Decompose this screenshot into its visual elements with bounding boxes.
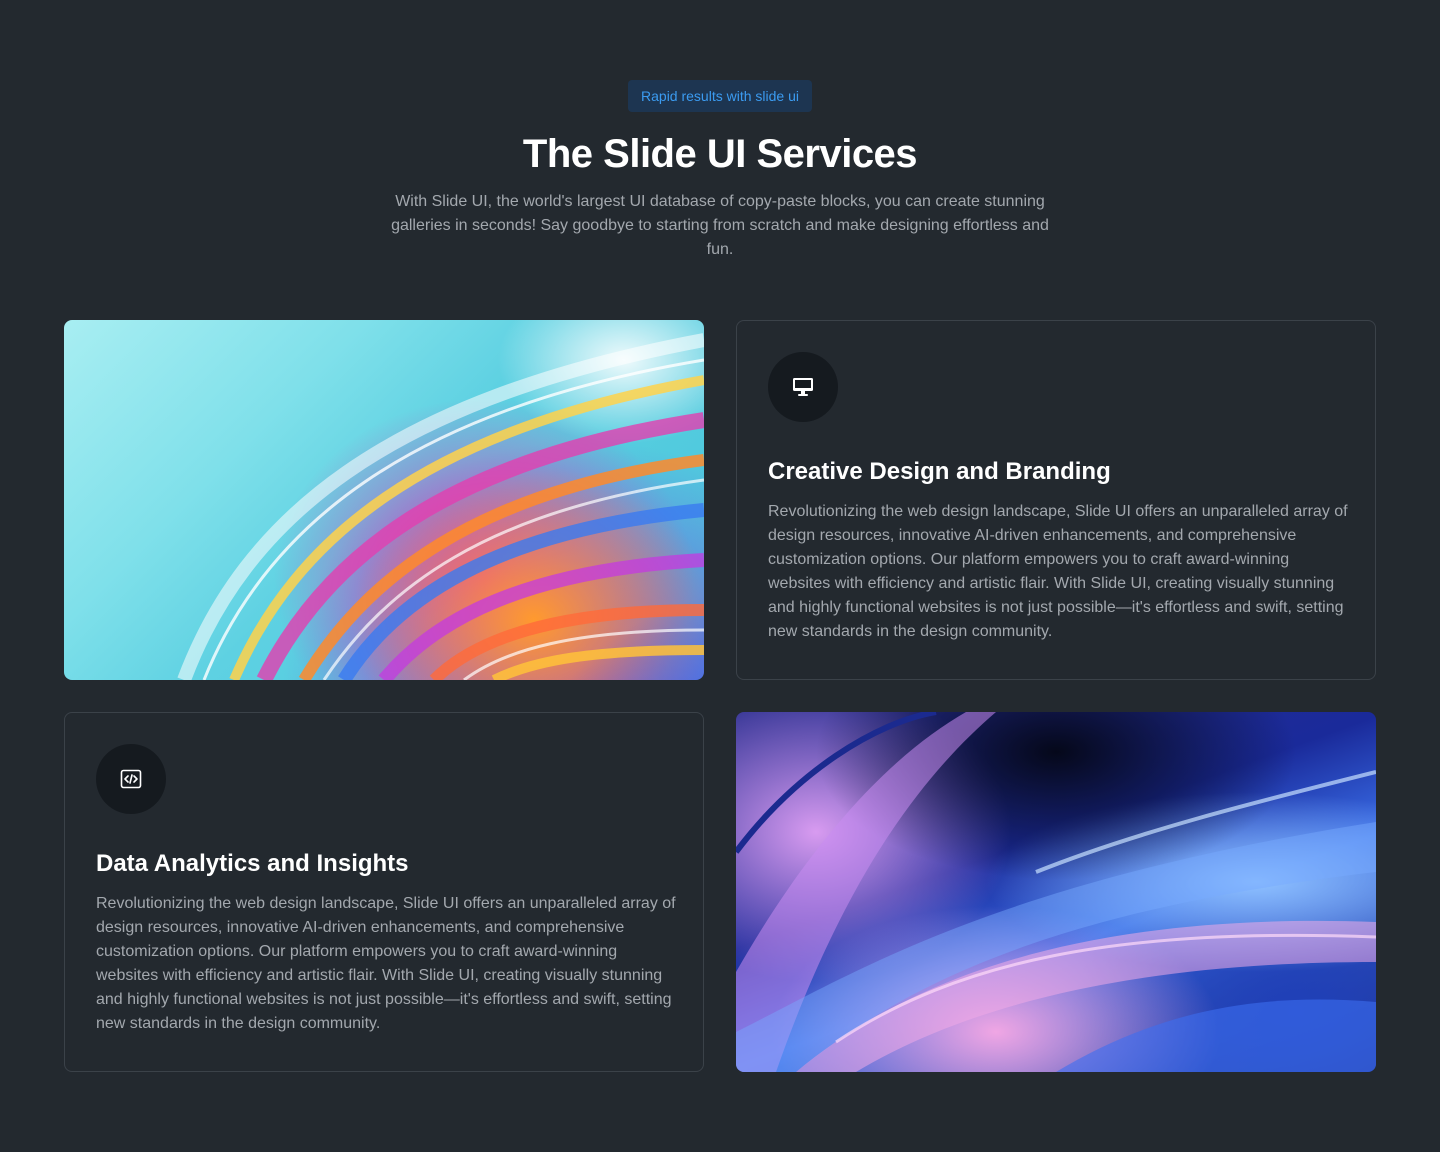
code-icon	[96, 744, 166, 814]
service-title: Data Analytics and Insights	[96, 850, 409, 877]
abstract-glass-art	[177, 333, 704, 680]
page-subtitle: With Slide UI, the world's largest UI da…	[391, 193, 1049, 258]
section-header: Rapid results with slide ui The Slide UI…	[0, 80, 1440, 262]
abstract-waves-art	[736, 712, 1376, 1072]
service-card-data-analytics: Data Analytics and Insights Revolutioniz…	[64, 712, 704, 1072]
abstract-waves-image	[736, 712, 1376, 1072]
abstract-glass-image	[64, 320, 704, 680]
section-badge: Rapid results with slide ui	[628, 80, 812, 112]
service-description: Revolutionizing the web design landscape…	[768, 503, 1348, 640]
monitor-icon	[768, 352, 838, 422]
services-section: Rapid results with slide ui The Slide UI…	[0, 0, 1440, 1152]
page-title: The Slide UI Services	[522, 132, 918, 176]
service-card-creative-design: Creative Design and Branding Revolutioni…	[736, 320, 1376, 680]
service-description: Revolutionizing the web design landscape…	[96, 895, 676, 1032]
service-title: Creative Design and Branding	[768, 458, 1111, 485]
